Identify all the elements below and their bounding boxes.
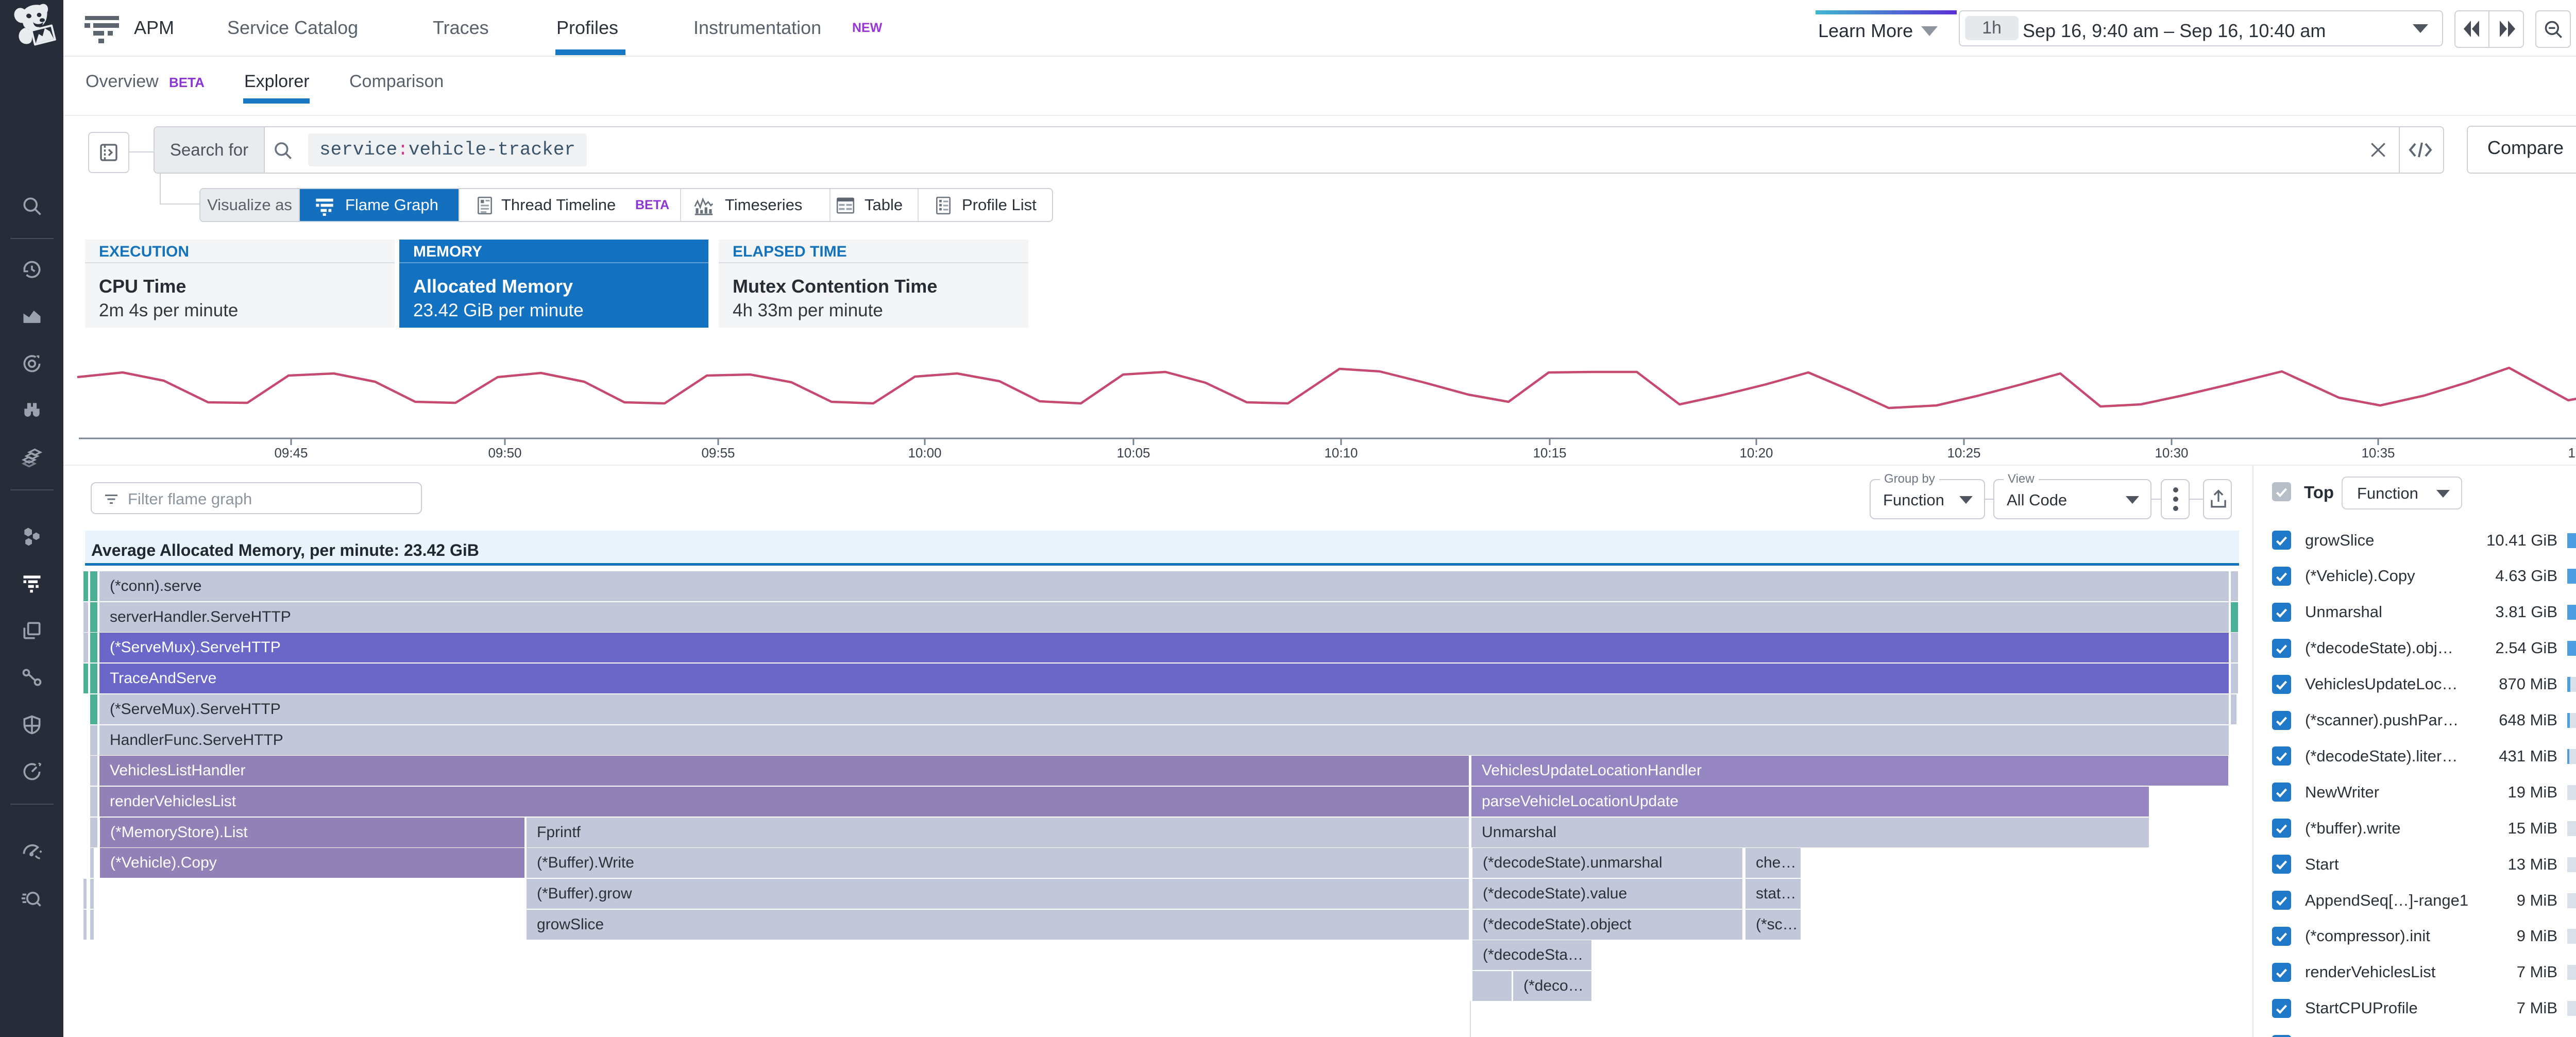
svg-text:10:40: 10:40	[2568, 445, 2576, 461]
svg-text:10:25: 10:25	[1947, 445, 1980, 461]
svg-text:10:15: 10:15	[1533, 445, 1566, 461]
svg-text:09:45: 09:45	[274, 445, 308, 461]
svg-text:10:10: 10:10	[1324, 445, 1358, 461]
svg-text:10:20: 10:20	[1739, 445, 1773, 461]
svg-text:09:50: 09:50	[488, 445, 521, 461]
svg-text:10:30: 10:30	[2155, 445, 2188, 461]
svg-text:10:05: 10:05	[1116, 445, 1150, 461]
svg-text:10:35: 10:35	[2361, 445, 2395, 461]
svg-text:10:00: 10:00	[908, 445, 941, 461]
svg-text:09:55: 09:55	[701, 445, 735, 461]
